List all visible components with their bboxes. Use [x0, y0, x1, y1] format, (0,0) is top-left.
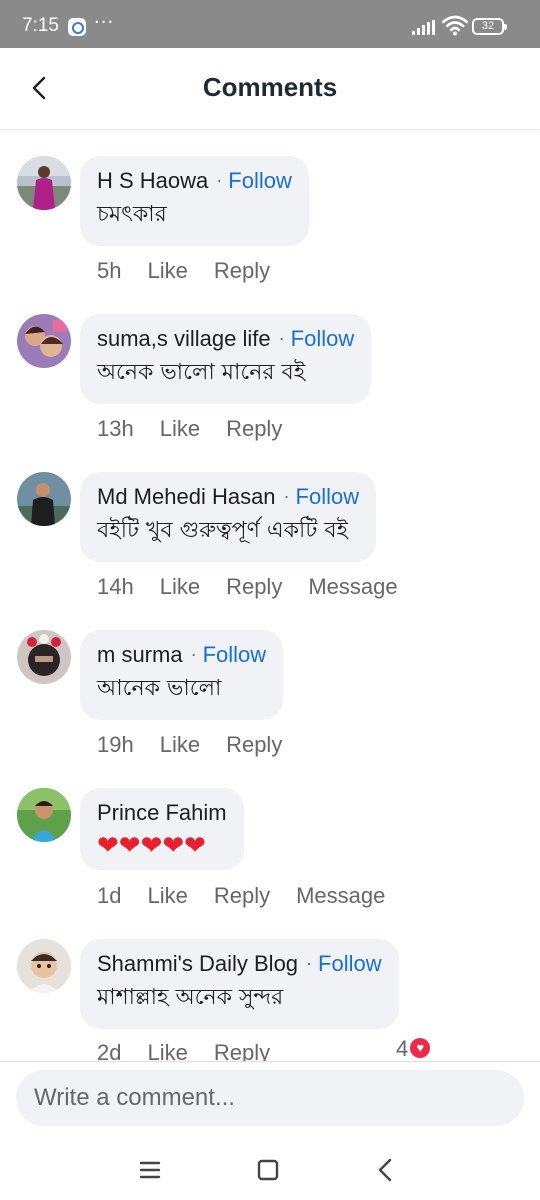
avatar[interactable] [17, 472, 71, 526]
comment-bubble[interactable]: m surma · Follow আনেক ভালো [80, 630, 284, 720]
separator-dot: · [283, 486, 290, 506]
back-nav-icon[interactable] [366, 1152, 406, 1188]
comment-bubble[interactable]: Prince Fahim ❤❤❤❤❤ [80, 788, 244, 870]
comment-author[interactable]: H S Haowa [97, 168, 208, 193]
comment-bubble[interactable]: Shammi's Daily Blog · Follow মাশাল্লাহ অনে… [80, 939, 399, 1029]
comment-author[interactable]: Shammi's Daily Blog [97, 951, 298, 976]
comment-author[interactable]: Md Mehedi Hasan [97, 484, 276, 509]
reply-button[interactable]: Reply [214, 258, 270, 283]
avatar[interactable] [17, 314, 71, 368]
status-bar: 7:15 ··· 32 [0, 0, 540, 48]
footer [0, 1061, 540, 1200]
comment-author[interactable]: m surma [97, 642, 183, 667]
separator-dot: · [216, 170, 223, 190]
comment-actions: 19h Like Reply [97, 732, 308, 758]
like-button[interactable]: Like [160, 732, 200, 757]
comment-time: 13h [97, 416, 134, 441]
follow-button[interactable]: Follow [318, 951, 382, 976]
message-button[interactable]: Message [308, 574, 397, 599]
follow-button[interactable]: Follow [203, 642, 267, 667]
like-button[interactable]: Like [160, 416, 200, 441]
follow-button[interactable]: Follow [228, 168, 292, 193]
message-button[interactable]: Message [296, 883, 385, 908]
follow-button[interactable]: Follow [291, 326, 355, 351]
comment-actions: 14h Like Reply Message [97, 574, 424, 600]
page-title: Comments [202, 72, 338, 102]
comment-text: বইটি খুব গুরুত্বপূর্ণ একটি বই [97, 518, 349, 543]
battery-icon: 32 [472, 18, 507, 35]
avatar[interactable] [17, 788, 71, 842]
comment-time: 5h [97, 258, 122, 283]
comment-text: আনেক ভালো [97, 676, 222, 701]
comment-bubble[interactable]: Md Mehedi Hasan · Follow বইটি খুব গুরুত্বপ… [80, 472, 377, 562]
comment-actions: 1d Like Reply Message [97, 883, 411, 909]
signal-icon [412, 20, 436, 35]
comment-text: অনেক ভালো মানের বই [97, 360, 306, 385]
like-button[interactable]: Like [147, 258, 187, 283]
comment-author[interactable]: Prince Fahim [97, 800, 227, 825]
separator-dot: · [190, 644, 197, 664]
comment-time: 19h [97, 732, 134, 757]
comment-input[interactable] [16, 1070, 524, 1126]
app-notification-icon [68, 18, 86, 36]
comment-author[interactable]: suma,s village life [97, 326, 271, 351]
reply-button[interactable]: Reply [226, 416, 282, 441]
comment-text: ❤❤❤❤❤ [97, 831, 206, 861]
comment-bubble[interactable]: suma,s village life · Follow অনেক ভালো মান… [80, 314, 372, 404]
reply-button[interactable]: Reply [226, 732, 282, 757]
separator-dot: · [278, 328, 285, 348]
like-button[interactable]: Like [160, 574, 200, 599]
comment-text: চমৎকার [97, 202, 167, 227]
more-notifications-icon: ··· [94, 12, 115, 33]
header: Comments [0, 48, 540, 130]
comment-actions: 5h Like Reply [97, 258, 296, 284]
reaction-count: 4 [396, 1036, 409, 1061]
reply-button[interactable]: Reply [214, 883, 270, 908]
avatar[interactable] [17, 630, 71, 684]
home-nav-icon[interactable] [248, 1152, 288, 1188]
comment-bubble[interactable]: H S Haowa · Follow চমৎকার [80, 156, 309, 246]
like-button[interactable]: Like [147, 883, 187, 908]
status-time: 7:15 [22, 15, 59, 36]
avatar[interactable] [17, 156, 71, 210]
menu-nav-icon[interactable] [130, 1152, 170, 1188]
reaction-summary[interactable]: 4 [396, 1036, 431, 1062]
comment-time: 1d [97, 883, 122, 908]
heart-reaction-icon [410, 1038, 431, 1058]
reply-button[interactable]: Reply [226, 574, 282, 599]
comment-time: 14h [97, 574, 134, 599]
comment-actions: 13h Like Reply [97, 416, 308, 442]
wifi-icon [442, 15, 468, 36]
separator-dot: · [306, 953, 313, 973]
follow-button[interactable]: Follow [296, 484, 360, 509]
comment-text: মাশাল্লাহ অনেক সুন্দর [97, 985, 284, 1010]
system-nav-bar [0, 1146, 540, 1200]
avatar[interactable] [17, 939, 71, 993]
